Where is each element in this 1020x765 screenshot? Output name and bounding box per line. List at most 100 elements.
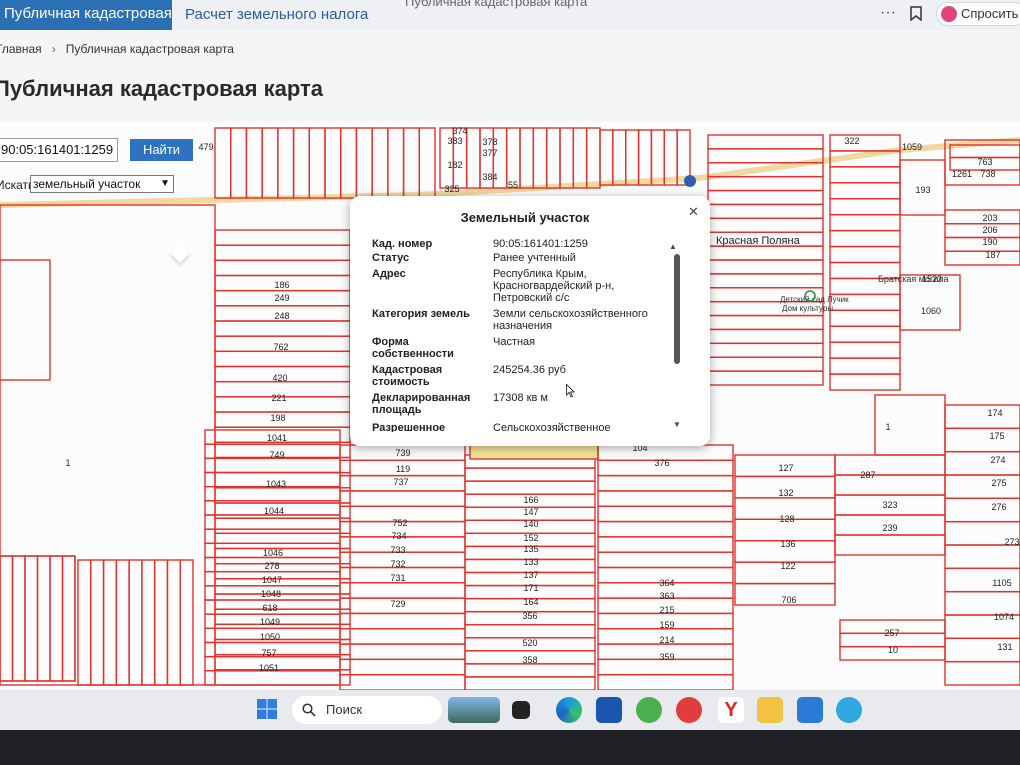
parcel-number: 734 (391, 531, 406, 541)
parcel-number: 732 (390, 559, 405, 569)
yandex-browser-icon[interactable]: Y (718, 697, 744, 723)
parcel-number: 1043 (266, 479, 286, 489)
parcel-number: 323 (882, 500, 897, 510)
find-button[interactable]: Найти (130, 139, 193, 161)
parcel-number: 278 (264, 561, 279, 571)
popup-row-key: Адрес (372, 268, 406, 280)
taskbar-search[interactable]: Поиск (292, 696, 442, 724)
parcel-number: 374 (452, 126, 467, 136)
parcel-number: 322 (844, 136, 859, 146)
parcel-number: 618 (262, 603, 277, 613)
popup-row-value: Сельскохозяйственное (493, 422, 611, 432)
grave-label: Братская могила (878, 274, 949, 284)
parcel-number: 1046 (263, 548, 283, 558)
parcel-number: 127 (778, 463, 793, 473)
more-menu-icon[interactable]: ··· (880, 4, 896, 22)
parcel-number: 131 (997, 642, 1012, 652)
parcel-number: 1 (65, 458, 70, 468)
parcel-number: 206 (982, 225, 997, 235)
parcel-number: 749 (269, 450, 284, 460)
tab-land-tax[interactable]: Расчет земельного налога (185, 6, 368, 23)
parcel-number: 757 (261, 648, 276, 658)
breadcrumb-root[interactable]: Главная (0, 42, 42, 56)
close-icon[interactable]: ✕ (688, 204, 699, 220)
parcel-number: 1074 (994, 612, 1014, 622)
parcel-number: 175 (989, 431, 1004, 441)
parcel-number: 358 (522, 655, 537, 665)
parcel-number: 193 (915, 185, 930, 195)
parcel-number: 214 (659, 635, 674, 645)
parcel-number: 174 (987, 408, 1002, 418)
parcel-number: 1048 (261, 589, 281, 599)
parcel-number: 376 (654, 458, 669, 468)
object-type-select[interactable]: земельный участок ▼ (30, 175, 174, 193)
parcel-number: 384 (482, 172, 497, 182)
breadcrumb-current: Публичная кадастровая карта (65, 42, 234, 56)
popup-title: Земельный участок (460, 210, 590, 225)
scroll-down-arrow-icon[interactable]: ▼ (673, 420, 681, 429)
parcel-number: 364 (659, 578, 674, 588)
assistant-logo-icon (941, 6, 957, 22)
tab-cadastral-map[interactable]: Публичная кадастровая карта (0, 0, 172, 30)
widgets-icon[interactable] (448, 697, 500, 723)
parcel-number: 122 (780, 561, 795, 571)
parcel-number: 1105 (992, 578, 1011, 588)
parcel-number: 187 (985, 250, 1000, 260)
parcel-number: 135 (523, 544, 538, 554)
parcel-number: 159 (659, 620, 674, 630)
parcel-number: 1044 (264, 506, 284, 516)
popup-row-value: Ранее учтенный (493, 252, 576, 264)
parcel-number: 287 (860, 470, 875, 480)
windows-taskbar: Поиск Y (0, 690, 1020, 765)
parcel-number: 762 (273, 342, 288, 352)
parcel-number: 137 (523, 570, 538, 580)
parcel-number: 133 (523, 557, 538, 567)
popup-attributes[interactable]: Кад. номер 90:05:161401:1259 Статус Ранее у… (372, 238, 672, 432)
whatsapp-icon[interactable] (636, 697, 662, 723)
popup-row-key: Форма собственности (372, 336, 454, 360)
browser-viewport: 374 383 378 377 182 384 325 55 479 322 1059 763 1261… (0, 0, 1020, 690)
opera-icon[interactable] (676, 697, 702, 723)
app-icon[interactable] (836, 697, 862, 723)
ask-assistant-button[interactable]: Спросить А (936, 2, 1020, 26)
cadastral-number-input[interactable]: 90:05:161401:1259 (0, 138, 118, 162)
bookmark-icon[interactable] (910, 6, 922, 21)
popup-scrollbar-thumb[interactable] (674, 254, 680, 364)
parcel-number: 10 (888, 645, 898, 655)
photos-icon[interactable] (797, 697, 823, 723)
parcel-boundary (469, 444, 599, 460)
parcel-number: 1049 (260, 617, 280, 627)
parcel-number: 363 (659, 591, 674, 601)
taskbar-search-label: Поиск (326, 702, 363, 717)
parcel-number: 248 (274, 311, 289, 321)
edge-browser-icon[interactable] (556, 697, 582, 723)
parcel-number: 132 (778, 488, 793, 498)
scroll-up-arrow-icon[interactable]: ▲ (669, 242, 677, 251)
popup-row-value: 245254.36 руб (493, 364, 566, 376)
popup-row-value: Республика Крым, Красногвардейский р-н, … (493, 268, 615, 304)
parcel-number: 275 (991, 478, 1006, 488)
file-explorer-icon[interactable] (757, 697, 783, 723)
parcel-info-popup: Земельный участок ✕ Кад. номер 90:05:1614… (350, 196, 710, 446)
browser-window-title: Публичная кадастровая карта (405, 0, 588, 9)
popup-row-key: Декларированная площадь (372, 392, 471, 416)
parcel-number: 140 (523, 519, 538, 529)
store-icon[interactable] (596, 697, 622, 723)
parcel-number: 182 (447, 160, 462, 170)
parcel-number: 164 (523, 597, 538, 607)
place-name: Красная Поляна (716, 235, 801, 247)
parcel-number: 152 (523, 533, 538, 543)
task-view-icon[interactable] (512, 701, 530, 719)
parcel-number: 198 (270, 413, 285, 423)
object-type-value: земельный участок (33, 177, 141, 191)
chevron-down-icon: ▼ (160, 178, 170, 189)
breadcrumb: Главная › Публичная кадастровая карта (0, 42, 234, 56)
popup-row-value: Земли сельскохозяйственного назначения (493, 308, 648, 332)
popup-row-key: Разрешенное (372, 422, 446, 432)
parcel-number: 274 (990, 455, 1005, 465)
parcel-number: 166 (523, 495, 538, 505)
ask-assistant-label: Спросить А (961, 6, 1020, 21)
windows-start-icon[interactable] (256, 698, 278, 720)
popup-row-value: 17308 кв м (493, 392, 548, 404)
parcel-number: 136 (780, 539, 795, 549)
